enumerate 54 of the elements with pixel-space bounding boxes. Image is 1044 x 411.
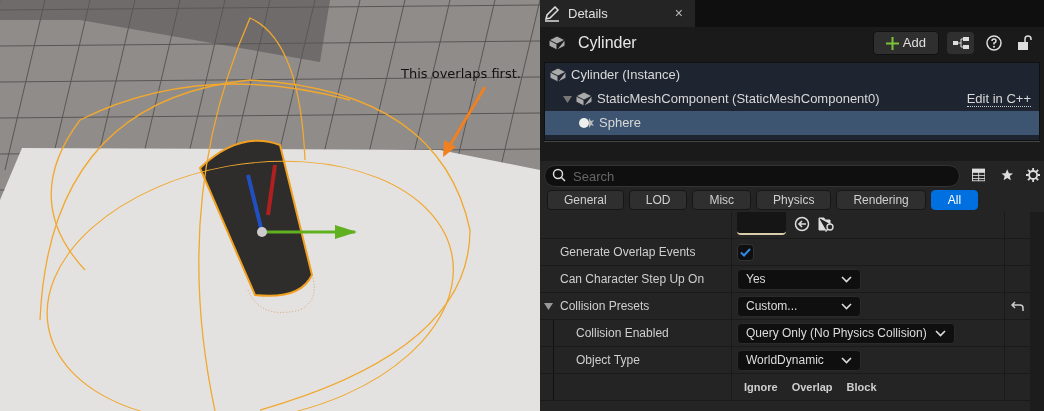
actor-title: Cylinder [578,33,638,53]
table-icon[interactable] [972,167,986,182]
blueprint-button[interactable] [947,32,974,54]
chevron-icon [841,356,852,364]
property-label: Can Character Step Up On [560,271,705,288]
unlocked-lock-icon[interactable] [1018,35,1032,51]
reset-icon[interactable] [1011,301,1024,311]
star-icon[interactable] [1001,167,1014,182]
add-button[interactable]: Add [872,31,939,55]
filter-tab[interactable]: Rendering [836,190,926,210]
help-icon[interactable] [986,35,1002,51]
checkbox[interactable] [737,243,754,261]
settings-icon[interactable] [1025,166,1040,183]
edit-in-cpp-link[interactable]: Edit in C++ [966,91,1031,107]
column-header: Ignore [744,379,778,395]
component-row[interactable]: StaticMeshComponent (StaticMeshComponent0) Edit in C++ [545,87,1039,111]
component-row[interactable]: Cylinder (Instance) [545,63,1039,87]
filter-tab[interactable]: Misc [692,190,752,210]
dropdown[interactable]: Query Only (No Physics Collision) [737,322,955,344]
use-selected-icon[interactable] [794,215,810,232]
column-header: Overlap [791,379,833,395]
column-header: Block [846,379,877,395]
filter-tab[interactable]: Physics [756,190,832,210]
chevron-icon [841,275,852,283]
cube-icon [548,35,566,51]
dropdown[interactable]: WorldDynamic [737,349,861,371]
expand-arrow-icon[interactable] [563,95,575,103]
property-label: Collision Presets [560,298,650,315]
hierarchy-icon [952,37,969,49]
asset-thumbnail[interactable] [737,212,786,235]
filter-tab[interactable]: General [547,190,624,210]
component-label: Cylinder (Instance) [571,66,682,85]
filter-tab[interactable]: All [930,190,979,210]
search-icon [552,167,566,182]
dropdown[interactable]: Custom... [737,295,861,317]
filter-tab[interactable]: LOD [628,190,688,210]
search-field[interactable]: Search [544,165,960,187]
details-tab[interactable]: Details × [540,0,695,27]
plus-icon [885,36,899,50]
checkmark-icon [740,247,751,257]
chevron-icon [841,302,852,310]
component-row[interactable]: Sphere [545,111,1039,135]
dropdown[interactable]: Yes [737,268,861,290]
annotation-text: This overlaps first. [401,65,521,83]
component-label: StaticMeshComponent (StaticMeshComponent0) [597,90,881,109]
property-label: Collision Enabled [576,325,669,342]
close-button[interactable]: × [674,3,691,24]
pencil-icon [544,5,560,22]
property-label: Object Type [576,352,640,369]
chevron-icon [934,329,946,337]
property-label: Generate Overlap Events [560,244,696,261]
component-label: Sphere [599,114,642,133]
browse-folder-icon[interactable] [818,215,835,232]
tab-title: Details [568,4,609,23]
